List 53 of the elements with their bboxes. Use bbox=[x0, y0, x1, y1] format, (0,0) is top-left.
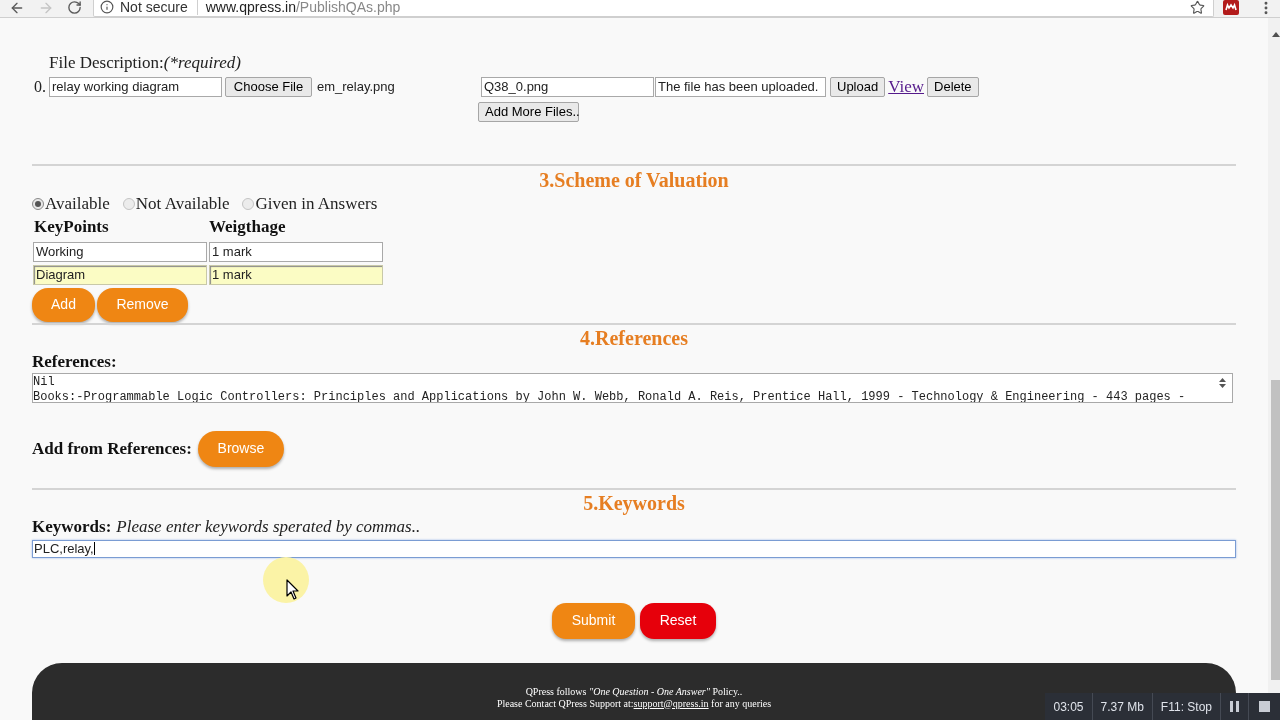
caret-up-icon[interactable] bbox=[1272, 32, 1280, 37]
scrollbar-thumb[interactable] bbox=[1271, 380, 1280, 680]
radio-label[interactable]: Given in Answers bbox=[255, 193, 378, 214]
view-link[interactable]: View bbox=[888, 77, 924, 97]
upload-status-field: The file has been uploaded. bbox=[655, 77, 826, 97]
reset-button[interactable]: Reset bbox=[640, 602, 716, 639]
file-index: 0. bbox=[34, 77, 47, 97]
add-more-files-button[interactable]: Add More Files.. bbox=[478, 102, 579, 122]
add-from-references-label: Add from References: bbox=[32, 438, 192, 459]
radio-button[interactable] bbox=[122, 197, 135, 210]
keywords-hint: Please enter keywords sperated by commas.. bbox=[116, 516, 421, 537]
support-contact-text: Please Contact QPress Support at:support@qpress.in for any queries bbox=[496, 697, 772, 710]
scrollbar[interactable] bbox=[1268, 18, 1280, 693]
weightage-field[interactable]: 1 mark bbox=[209, 241, 383, 262]
choose-file-button[interactable]: Choose File bbox=[225, 77, 312, 97]
references-field[interactable]: Nil Books:-Programmable Logic Controllers: Principles and Applications by John W. Webb, Ronald A. Reis, Prentice Hall, 1999 - Technology & Engineering - 443 pages - bbox=[32, 372, 1233, 403]
text-caret-icon bbox=[93, 542, 95, 555]
required-note: (*required) bbox=[163, 53, 241, 73]
references-label: References: bbox=[32, 351, 117, 372]
bookmark-star-icon[interactable] bbox=[1190, 0, 1205, 15]
pause-icon[interactable] bbox=[1230, 701, 1239, 712]
weightage-field[interactable]: 1 mark bbox=[209, 264, 383, 285]
policy-text: QPress follows "One Question - One Answer" Policy.. bbox=[525, 685, 743, 698]
keywords-field[interactable]: PLC,relay, bbox=[32, 539, 1236, 558]
upload-button[interactable]: Upload bbox=[830, 77, 886, 97]
stop-hotkey-label[interactable]: F11: Stop bbox=[1152, 693, 1221, 720]
section-heading: 5.Keywords bbox=[583, 490, 685, 515]
radio-label[interactable]: Not Available bbox=[135, 193, 230, 214]
column-heading: Weigthage bbox=[209, 216, 286, 237]
radio-button[interactable] bbox=[32, 197, 44, 210]
chosen-file-name: em_relay.png bbox=[317, 78, 396, 96]
recording-size: 7.37 Mb bbox=[1092, 693, 1153, 720]
recording-time: 03:05 bbox=[1045, 693, 1093, 720]
keypoint-field[interactable]: Diagram bbox=[33, 264, 207, 285]
radio-label[interactable]: Available bbox=[45, 193, 110, 214]
file-description-label: File Description: bbox=[49, 53, 164, 73]
section-heading: 4.References bbox=[580, 325, 688, 350]
keypoint-field[interactable]: Working bbox=[33, 241, 207, 262]
reload-icon[interactable] bbox=[67, 0, 82, 15]
address-text[interactable]: www.qpress.in/PublishQAs.php bbox=[205, 0, 401, 15]
extension-icon[interactable] bbox=[1223, 0, 1239, 15]
radio-button[interactable] bbox=[242, 197, 255, 210]
stored-file-name-field[interactable]: Q38_0.png bbox=[481, 77, 654, 97]
info-icon[interactable] bbox=[100, 0, 114, 14]
security-label[interactable]: Not secure bbox=[120, 0, 188, 15]
keywords-label: Keywords: bbox=[32, 516, 112, 537]
back-icon[interactable] bbox=[9, 0, 25, 16]
scroll-arrows-icon[interactable] bbox=[1218, 376, 1227, 389]
column-heading: KeyPoints bbox=[34, 216, 109, 237]
section-heading: 3.Scheme of Valuation bbox=[539, 167, 729, 192]
file-description-field[interactable]: relay working diagram bbox=[49, 77, 222, 97]
delete-button[interactable]: Delete bbox=[927, 77, 979, 97]
cursor-icon bbox=[263, 557, 309, 603]
